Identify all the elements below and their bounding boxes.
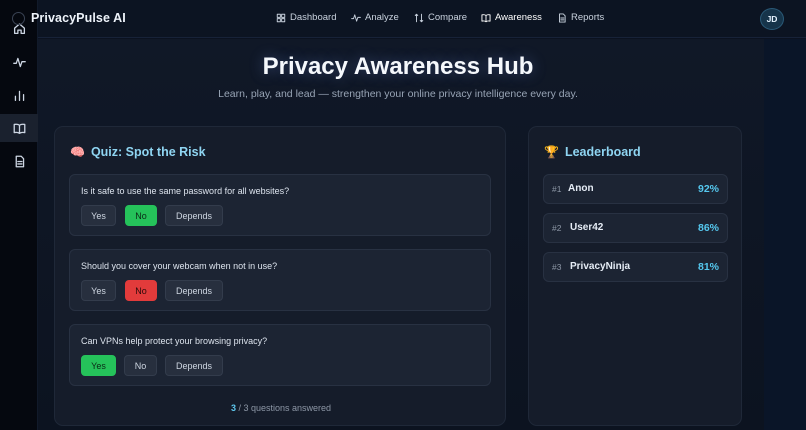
logo-icon	[12, 12, 25, 25]
dashboard-grid-icon	[276, 13, 286, 22]
brand-name: PrivacyPulse AI	[31, 11, 126, 25]
player-name: User42	[570, 222, 604, 233]
nav-analyze[interactable]: Analyze	[351, 12, 399, 23]
quiz-progress: 3 / 3 questions answered	[55, 403, 507, 413]
leaderboard-row: #2 User42 86%	[543, 213, 728, 243]
brain-icon: 🧠	[70, 145, 85, 159]
trophy-icon: 🏆	[544, 145, 559, 159]
rank-label: #3	[552, 262, 562, 272]
sidebar-analyze-button[interactable]	[0, 48, 38, 76]
answer-yes-button[interactable]: Yes	[81, 355, 116, 376]
pulse-icon	[351, 13, 361, 22]
player-name: Anon	[568, 183, 594, 194]
question-text: Is it safe to use the same password for …	[81, 186, 290, 196]
leaderboard-title-text: Leaderboard	[564, 145, 641, 159]
answer-no-button[interactable]: No	[125, 205, 157, 226]
compare-arrows-icon	[414, 13, 424, 22]
player-score: 81%	[697, 261, 719, 273]
answer-no-button[interactable]: No	[125, 280, 157, 301]
rank-label: #1	[552, 184, 562, 194]
book-icon	[13, 123, 25, 134]
nav-awareness[interactable]: Awareness	[481, 12, 542, 23]
player-score: 86%	[697, 222, 719, 234]
sidebar-reports-button[interactable]	[0, 147, 38, 175]
nav-awareness-label: Awareness	[495, 12, 542, 23]
page-subtitle: Learn, play, and lead — strengthen your …	[218, 88, 578, 100]
question-text: Should you cover your webcam when not in…	[81, 261, 278, 271]
rank-label: #2	[552, 223, 562, 233]
leaderboard-row: #1 Anon 92%	[543, 174, 728, 204]
leaderboard-card: 🏆 Leaderboard #1 Anon 92% #2 User42 86% …	[528, 126, 742, 426]
right-gutter	[764, 39, 806, 430]
sidebar-compare-button[interactable]	[0, 81, 38, 109]
leaderboard-title: 🏆 Leaderboard	[544, 145, 641, 159]
question-text: Can VPNs help protect your browsing priv…	[81, 336, 268, 346]
quiz-question: Is it safe to use the same password for …	[69, 174, 491, 236]
leaderboard-row: #3 PrivacyNinja 81%	[543, 252, 728, 282]
answer-depends-button[interactable]: Depends	[165, 355, 223, 376]
sidebar-awareness-button[interactable]	[0, 114, 38, 142]
answered-suffix: / 3 questions answered	[235, 403, 332, 413]
player-name: PrivacyNinja	[570, 261, 631, 272]
book-icon	[481, 13, 491, 22]
nav-dashboard-label: Dashboard	[290, 12, 337, 23]
quiz-title: 🧠 Quiz: Spot the Risk	[70, 145, 206, 159]
quiz-question: Should you cover your webcam when not in…	[69, 249, 491, 311]
player-score: 92%	[697, 183, 719, 195]
answer-yes-button[interactable]: Yes	[81, 280, 116, 301]
nav-compare[interactable]: Compare	[414, 12, 467, 23]
answer-yes-button[interactable]: Yes	[81, 205, 116, 226]
bar-chart-icon	[14, 90, 24, 101]
nav-reports-label: Reports	[571, 12, 605, 23]
page-title: Privacy Awareness Hub	[262, 53, 534, 80]
document-icon	[15, 155, 24, 167]
answer-no-button[interactable]: No	[124, 355, 157, 376]
nav-analyze-label: Analyze	[365, 12, 399, 23]
avatar[interactable]: JD	[760, 8, 784, 30]
nav-reports[interactable]: Reports	[557, 12, 604, 23]
answer-depends-button[interactable]: Depends	[165, 205, 223, 226]
quiz-card: 🧠 Quiz: Spot the Risk Is it safe to use …	[54, 126, 506, 426]
document-icon	[559, 12, 566, 23]
quiz-question: Can VPNs help protect your browsing priv…	[69, 324, 491, 386]
nav-compare-label: Compare	[428, 12, 468, 23]
pulse-icon	[12, 57, 26, 67]
quiz-title-text: Quiz: Spot the Risk	[90, 145, 206, 159]
answer-depends-button[interactable]: Depends	[165, 280, 223, 301]
nav-dashboard[interactable]: Dashboard	[276, 12, 336, 23]
sidebar	[0, 0, 38, 430]
